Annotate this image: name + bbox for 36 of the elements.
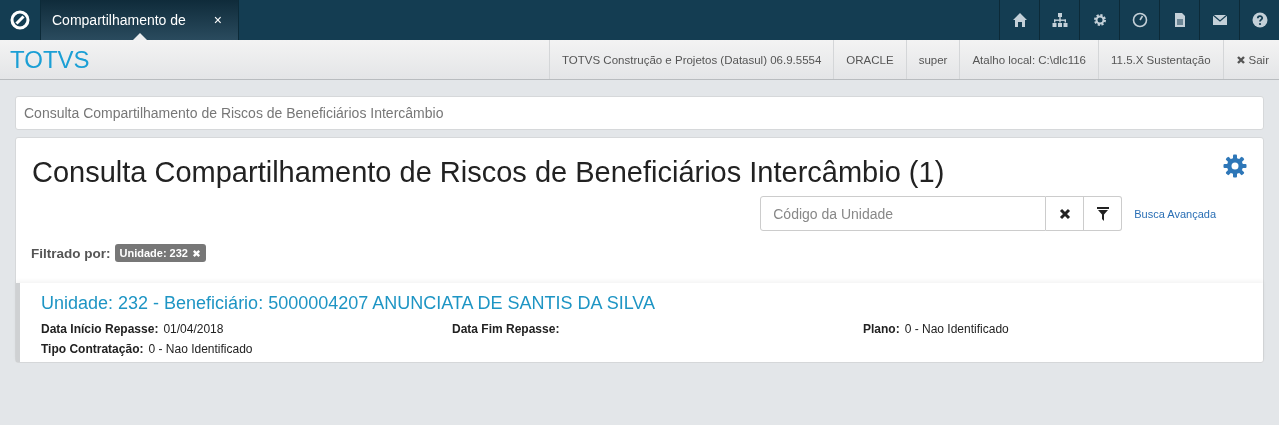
field-value: 0 - Nao Identificado xyxy=(148,342,253,356)
field-label: Data Fim Repasse: xyxy=(452,322,560,336)
field-value: 01/04/2018 xyxy=(163,322,224,336)
page-title: Consulta Compartilhamento de Riscos de Beneficiários Intercâmbio (1) xyxy=(32,155,945,190)
gauge-icon[interactable] xyxy=(1131,12,1148,28)
logo-icon[interactable] xyxy=(10,10,30,30)
field-label: Plano: xyxy=(863,322,900,336)
status-item: super xyxy=(905,40,960,79)
field-label: Tipo Contratação: xyxy=(41,342,144,356)
filter-tag[interactable]: Unidade: 232 xyxy=(114,244,206,262)
close-icon[interactable] xyxy=(191,248,201,258)
search-field[interactable]: Código da Unidade xyxy=(760,196,1047,231)
tab[interactable]: Compartilhamento de × xyxy=(41,0,239,40)
status-item: TOTVS Construção e Projetos (Datasul) 06.9.5554 xyxy=(549,40,834,79)
status-item: Atalho local: C:\dlc116 xyxy=(959,40,1098,79)
sitemap-icon[interactable] xyxy=(1051,12,1068,28)
field-value: 0 - Nao Identificado xyxy=(904,322,1009,336)
gear-icon[interactable] xyxy=(1091,12,1108,28)
brand-name: TOTVS xyxy=(10,45,90,74)
filter-button[interactable] xyxy=(1084,196,1123,231)
filter-label: Filtrado por: xyxy=(31,245,111,261)
close-icon xyxy=(1235,54,1246,65)
close-icon xyxy=(1058,207,1071,220)
settings-icon[interactable] xyxy=(1223,154,1247,178)
filter-icon xyxy=(1096,206,1109,221)
logout-link[interactable]: Sair xyxy=(1222,40,1279,79)
status-item: 11.5.X Sustentação xyxy=(1098,40,1223,79)
mail-icon[interactable] xyxy=(1211,12,1228,28)
breadcrumb[interactable]: Consulta Compartilhamento de Riscos de Beneficiários Intercâmbio xyxy=(24,105,444,121)
clear-button[interactable] xyxy=(1046,196,1085,231)
field-label: Data Início Repasse: xyxy=(41,322,159,336)
advanced-search-link[interactable]: Busca Avançada xyxy=(1134,207,1216,220)
home-icon[interactable] xyxy=(1011,12,1028,28)
result-title-link[interactable]: Unidade: 232 - Beneficiário: 5000004207 ANUNCIATA DE SANTIS DA SILVA xyxy=(41,293,1243,314)
help-icon[interactable] xyxy=(1251,12,1268,28)
status-item: ORACLE xyxy=(833,40,906,79)
